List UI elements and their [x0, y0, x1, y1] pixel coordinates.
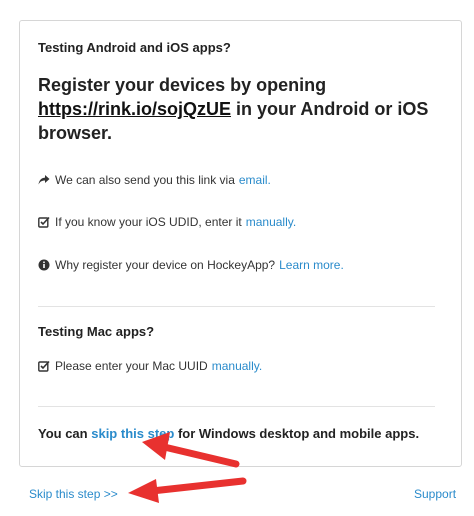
info-circle-icon	[38, 259, 50, 271]
android-ios-heading: Testing Android and iOS apps?	[38, 40, 231, 55]
windows-skip-line: You can skip this step for Windows deskt…	[38, 426, 419, 441]
support-link[interactable]: Support	[414, 487, 456, 501]
register-prefix: Register your devices by opening	[38, 75, 327, 95]
section-divider	[38, 306, 435, 307]
mac-uuid-manual-link[interactable]: manually.	[212, 359, 262, 373]
register-url-link[interactable]: https://rink.io/sojQzUE	[38, 99, 231, 119]
udid-row: If you know your iOS UDID, enter it manu…	[38, 215, 296, 229]
skip-step-footer-link[interactable]: Skip this step >>	[29, 487, 118, 501]
email-text: We can also send you this link via	[55, 173, 235, 187]
share-arrow-icon	[38, 174, 50, 186]
email-row: We can also send you this link via email…	[38, 173, 271, 187]
windows-prefix: You can	[38, 426, 88, 441]
udid-text: If you know your iOS UDID, enter it	[55, 215, 242, 229]
edit-check-icon	[38, 360, 50, 372]
windows-suffix: for Windows desktop and mobile apps.	[177, 426, 420, 441]
device-registration-card: Testing Android and iOS apps? Register y…	[19, 20, 462, 467]
register-instructions: Register your devices by opening https:/…	[38, 73, 448, 145]
mac-uuid-row: Please enter your Mac UUID manually.	[38, 359, 262, 373]
learn-more-link[interactable]: Learn more.	[279, 258, 344, 272]
annotation-arrow-lower	[128, 477, 247, 503]
section-divider	[38, 406, 435, 407]
why-text: Why register your device on HockeyApp?	[55, 258, 276, 272]
mac-heading: Testing Mac apps?	[38, 324, 155, 339]
email-link[interactable]: email.	[239, 173, 271, 187]
edit-check-icon	[38, 216, 50, 228]
mac-uuid-text: Please enter your Mac UUID	[55, 359, 208, 373]
skip-this-step-link[interactable]: skip this step	[91, 426, 174, 441]
udid-manual-link[interactable]: manually.	[246, 215, 296, 229]
why-register-row: Why register your device on HockeyApp? L…	[38, 258, 344, 272]
